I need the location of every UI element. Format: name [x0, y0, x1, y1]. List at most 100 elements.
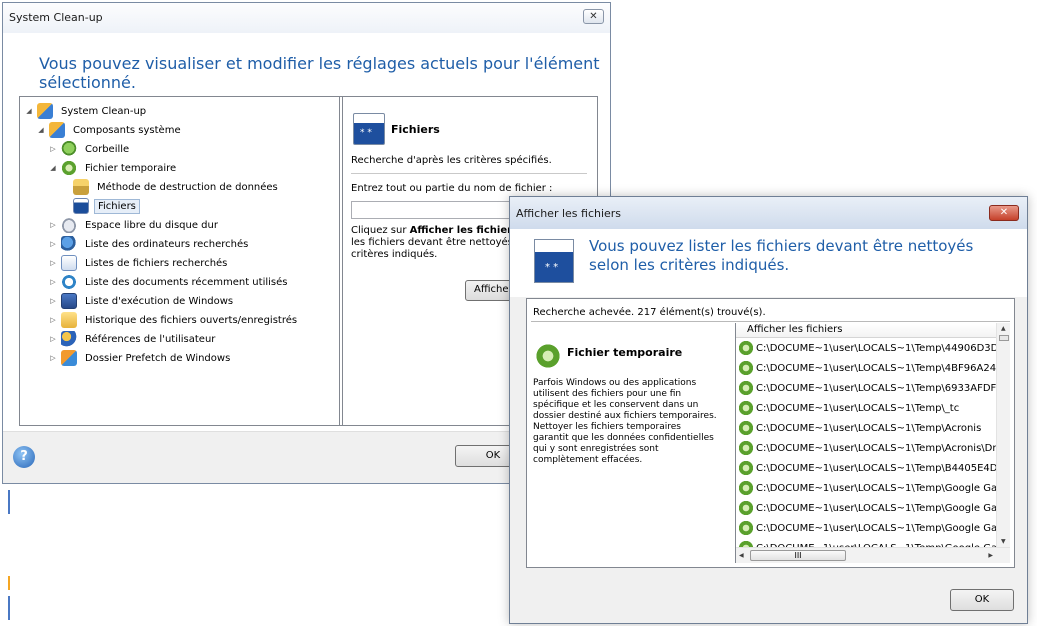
- temporary-file-icon: [738, 400, 754, 416]
- tree-item-label: Liste des documents récemment utilisés: [85, 276, 288, 288]
- tree-item-label: Dossier Prefetch de Windows: [85, 352, 231, 364]
- vertical-scrollbar[interactable]: ▲ ▼: [996, 323, 1010, 547]
- expand-arrow-icon[interactable]: ▷: [48, 316, 58, 324]
- tree-item[interactable]: ◢ System Clean-up: [24, 102, 149, 120]
- horizontal-scrollbar[interactable]: ◀ III ▶: [736, 547, 1010, 563]
- temporary-file-icon: [738, 500, 754, 516]
- file-list[interactable]: Afficher les fichiers C:\DOCUME~1\user\L…: [735, 323, 1010, 563]
- tree-item-label: Composants système: [73, 124, 181, 136]
- criteria-text: Recherche d'après les critères spécifiés…: [351, 155, 552, 166]
- tree-item[interactable]: ◢ Composants système: [36, 121, 184, 139]
- divider: [351, 173, 587, 174]
- tree-item[interactable]: ▷ Liste des ordinateurs recherchés: [48, 235, 251, 253]
- scroll-right-icon[interactable]: ▶: [988, 552, 993, 559]
- expand-arrow-icon[interactable]: ▷: [48, 335, 58, 343]
- file-row[interactable]: C:\DOCUME~1\user\LOCALS~1\Temp\Acronis: [736, 418, 1010, 438]
- details-header: Fichiers: [353, 113, 440, 145]
- tree-item[interactable]: ▷ Dossier Prefetch de Windows: [48, 349, 233, 367]
- category-title: Fichier temporaire: [567, 346, 683, 359]
- dialog-title-bar: Afficher les fichiers ✕: [510, 197, 1027, 229]
- searched-files-list-icon: [61, 255, 77, 271]
- user-credentials-icon: [61, 331, 77, 347]
- expand-arrow-icon[interactable]: ▷: [48, 278, 58, 286]
- hint-line-3: critères indiqués.: [351, 249, 438, 260]
- file-row[interactable]: C:\DOCUME~1\user\LOCALS~1\Temp\Acronis\D…: [736, 438, 1010, 458]
- category-description: Parfois Windows ou des applications util…: [533, 378, 717, 465]
- file-row[interactable]: C:\DOCUME~1\user\LOCALS~1\Temp\44906D3D-: [736, 338, 1010, 358]
- file-path: C:\DOCUME~1\user\LOCALS~1\Temp\B4405E4DC: [756, 462, 1005, 474]
- tree-item[interactable]: ▷ Références de l'utilisateur: [48, 330, 218, 348]
- dialog-ok-button[interactable]: OK: [950, 589, 1014, 611]
- tree-item[interactable]: ▷ Historique des fichiers ouverts/enregis…: [48, 311, 300, 329]
- expand-arrow-icon[interactable]: ◢: [36, 126, 46, 134]
- hard-disk-free-space-icon: [61, 217, 77, 233]
- system-clean-up-icon: [37, 103, 53, 119]
- expand-arrow-icon[interactable]: ▷: [48, 354, 58, 362]
- tree-item-label: System Clean-up: [61, 105, 147, 117]
- tree-item[interactable]: ▷ Liste des documents récemment utilisés: [48, 273, 290, 291]
- expand-arrow-icon[interactable]: ◢: [48, 164, 58, 172]
- tree-item[interactable]: ▷ Liste d'exécution de Windows: [48, 292, 236, 310]
- horizontal-scroll-thumb[interactable]: III: [750, 550, 846, 561]
- expand-arrow-icon[interactable]: ◢: [24, 107, 34, 115]
- file-row[interactable]: C:\DOCUME~1\user\LOCALS~1\Temp\6933AFDF5: [736, 378, 1010, 398]
- hint-line-2: les fichiers devant être nettoyés: [351, 237, 513, 248]
- temporary-file-icon: [738, 340, 754, 356]
- dialog-header: Vous pouvez lister les fichiers devant ê…: [510, 229, 1027, 297]
- file-path: C:\DOCUME~1\user\LOCALS~1\Temp\44906D3D-: [756, 342, 1002, 354]
- tree-item-label: Espace libre du disque dur: [85, 219, 218, 231]
- files-list-icon: [534, 239, 574, 283]
- search-status: Recherche achevée. 217 élément(s) trouvé…: [533, 307, 766, 318]
- tree-item[interactable]: ▷ Corbeille: [48, 140, 132, 158]
- window-title: System Clean-up: [9, 11, 103, 24]
- expand-arrow-icon[interactable]: ▷: [48, 297, 58, 305]
- file-row[interactable]: C:\DOCUME~1\user\LOCALS~1\Temp\4BF96A24F: [736, 358, 1010, 378]
- tree-item[interactable]: ◢ Fichier temporaire: [48, 159, 179, 177]
- results-box: Recherche achevée. 217 élément(s) trouvé…: [526, 298, 1015, 568]
- tree-item-label: Listes de fichiers recherchés: [85, 257, 228, 269]
- expand-arrow-icon[interactable]: ▷: [48, 145, 58, 153]
- hint-bold: Afficher les fichier: [409, 225, 513, 236]
- file-path: C:\DOCUME~1\user\LOCALS~1\Temp\4BF96A24F: [756, 362, 1002, 374]
- file-row[interactable]: C:\DOCUME~1\user\LOCALS~1\Temp\Google Ga…: [736, 478, 1010, 498]
- hint-prefix: Cliquez sur: [351, 225, 410, 236]
- file-row[interactable]: C:\DOCUME~1\user\LOCALS~1\Temp\_tc: [736, 398, 1010, 418]
- file-path: C:\DOCUME~1\user\LOCALS~1\Temp\Acronis: [756, 422, 982, 434]
- tree-item-label: Fichiers: [94, 198, 140, 214]
- windows-prefetch-folder-icon: [61, 350, 77, 366]
- dialog-title: Afficher les fichiers: [516, 207, 622, 220]
- file-rows: C:\DOCUME~1\user\LOCALS~1\Temp\44906D3D-…: [736, 338, 1010, 558]
- dialog-close-button[interactable]: ✕: [989, 205, 1019, 221]
- divider: [531, 321, 1010, 322]
- recent-documents-list-icon: [61, 274, 77, 290]
- data-destruction-method-icon: [73, 179, 89, 195]
- file-row[interactable]: C:\DOCUME~1\user\LOCALS~1\Temp\B4405E4DC: [736, 458, 1010, 478]
- close-button[interactable]: ✕: [583, 9, 604, 24]
- file-path: C:\DOCUME~1\user\LOCALS~1\Temp\Google Ga…: [756, 502, 1003, 514]
- tree-item[interactable]: Méthode de destruction de données: [60, 178, 281, 196]
- files-large-icon: [353, 113, 385, 145]
- scroll-down-icon[interactable]: ▼: [1001, 538, 1006, 545]
- scroll-left-icon[interactable]: ◀: [739, 552, 744, 559]
- tree-item-label: Fichier temporaire: [85, 162, 177, 174]
- tree-item[interactable]: Fichiers: [60, 197, 140, 215]
- dialog-headline: Vous pouvez lister les fichiers devant ê…: [589, 237, 974, 274]
- expand-arrow-icon[interactable]: ▷: [48, 259, 58, 267]
- tree-item[interactable]: ▷ Listes de fichiers recherchés: [48, 254, 230, 272]
- scroll-thumb[interactable]: [999, 335, 1009, 341]
- scroll-up-icon[interactable]: ▲: [1001, 325, 1006, 332]
- temporary-file-icon: [738, 420, 754, 436]
- file-list-header[interactable]: Afficher les fichiers: [736, 323, 1010, 338]
- file-path: C:\DOCUME~1\user\LOCALS~1\Temp\Google Ga…: [756, 482, 1003, 494]
- expand-arrow-icon[interactable]: ▷: [48, 240, 58, 248]
- temporary-file-icon: [738, 460, 754, 476]
- tree-item-label: Méthode de destruction de données: [97, 181, 278, 193]
- file-row[interactable]: C:\DOCUME~1\user\LOCALS~1\Temp\Google Ga…: [736, 518, 1010, 538]
- hint-text: Cliquez sur Afficher les fichier les fic…: [351, 225, 531, 261]
- temporary-file-icon: [738, 520, 754, 536]
- help-icon[interactable]: ?: [13, 446, 35, 468]
- file-row[interactable]: C:\DOCUME~1\user\LOCALS~1\Temp\Google Ga…: [736, 498, 1010, 518]
- tree-item-label: Liste d'exécution de Windows: [85, 295, 234, 307]
- expand-arrow-icon[interactable]: ▷: [48, 221, 58, 229]
- tree-item[interactable]: ▷ Espace libre du disque dur: [48, 216, 221, 234]
